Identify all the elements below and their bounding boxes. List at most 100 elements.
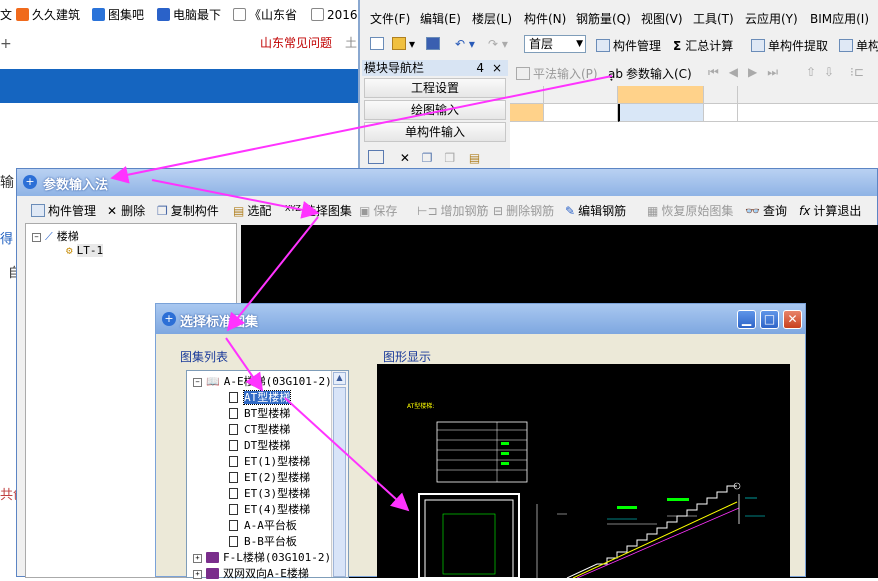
query-button[interactable]: 👓 查询 — [745, 202, 787, 219]
open-folder-icon[interactable]: ▾ — [392, 37, 415, 51]
list-item[interactable]: CT型楼梯 — [229, 421, 290, 437]
menu-rebar[interactable]: 钢筋量(Q) — [576, 10, 631, 27]
plus-icon: + — [0, 36, 12, 52]
list-item[interactable]: DT型楼梯 — [229, 437, 290, 453]
edit-rebar-button[interactable]: ✎ 编辑钢筋 — [565, 202, 626, 219]
paste-icon[interactable]: ❐ — [444, 151, 455, 165]
single-extract-button[interactable]: 单构件提取 — [751, 37, 828, 54]
close-button[interactable]: ✕ — [783, 310, 802, 329]
single-component-button[interactable]: 单构 — [839, 37, 878, 54]
bookmark-item[interactable]: 《山东省 — [233, 6, 297, 23]
delete-icon: ✕ — [107, 204, 118, 218]
expand-icon[interactable]: + — [193, 554, 202, 563]
list-item[interactable]: BT型楼梯 — [229, 405, 290, 421]
expand-icon[interactable]: + — [193, 570, 202, 579]
record-nav-icons[interactable]: ⏮◀▶⏭ — [708, 65, 788, 80]
jiujiu-icon — [16, 8, 29, 21]
flat-icon — [516, 67, 530, 80]
document-icon — [229, 408, 238, 419]
page-link-extra[interactable]: 土 — [345, 34, 357, 51]
copy-icon[interactable]: ❐ — [422, 151, 433, 165]
tree-root[interactable]: − ⟋ 楼梯 — [32, 228, 79, 244]
bookmark-item[interactable]: 久久建筑 — [16, 6, 80, 23]
page-header: + 山东常见问题 土 — [0, 28, 360, 68]
menu-edit[interactable]: 编辑(E) — [420, 10, 461, 27]
menu-view[interactable]: 视图(V) — [641, 10, 683, 27]
chevron-down-icon: ▼ — [576, 39, 583, 49]
dialog-title-bar[interactable]: + 选择标准图集 ▁ □ ✕ — [156, 304, 805, 334]
add-rebar-button[interactable]: ⊢⊐ 增加钢筋 — [417, 202, 489, 219]
more-icon[interactable]: ⁝⊏ — [850, 65, 864, 79]
nav-drawing-input[interactable]: 绘图输入 — [364, 100, 506, 120]
page-link[interactable]: 山东常见问题 — [260, 34, 332, 51]
list-item[interactable]: ET(2)型楼梯 — [229, 469, 310, 485]
list-item[interactable]: ET(1)型楼梯 — [229, 453, 310, 469]
menu-component[interactable]: 构件(N) — [524, 10, 566, 27]
param-input-button[interactable]: a͎b 参数输入(C) — [608, 65, 692, 82]
page-nav-bar — [0, 69, 360, 103]
component-mgmt-button[interactable]: 构件管理 — [31, 202, 96, 219]
minimize-button[interactable]: ▁ — [737, 310, 756, 329]
stair-drawing: AT型楼梯: — [407, 402, 765, 578]
nav-title: 模块导航栏 4 × — [362, 60, 508, 76]
tree-root[interactable]: − 📖 A-E楼梯(03G101-2) — [193, 373, 332, 389]
select-atlas-button[interactable]: XYZ 选择图集 — [285, 202, 352, 219]
tree-node[interactable]: + 双网双向A-E楼梯 — [193, 565, 309, 581]
bookmark-item[interactable]: 图集吧 — [92, 6, 144, 23]
param-title-bar[interactable]: + 参数输入法 — [17, 169, 877, 196]
document-icon — [229, 472, 238, 483]
restore-icon: ▦ — [647, 204, 659, 218]
stair-icon: ⟋ — [45, 230, 53, 243]
restore-atlas-button[interactable]: ▦ 恢复原始图集 — [647, 202, 733, 219]
tree-node[interactable]: + F-L楼梯(03G101-2) — [193, 549, 331, 565]
bookmark-item[interactable]: 电脑最下 — [157, 6, 221, 23]
undo-icon[interactable]: ↶ ▾ — [455, 37, 475, 51]
list-icon[interactable] — [368, 150, 384, 164]
select-match-button[interactable]: ▤ 选配 — [233, 202, 271, 219]
collapse-icon[interactable]: − — [32, 233, 41, 242]
pin-icon[interactable]: 4 — [476, 60, 484, 76]
delete-rebar-button[interactable]: ⊟ 删除钢筋 — [493, 202, 554, 219]
menu-floor[interactable]: 楼层(L) — [472, 10, 512, 27]
atlas-tree[interactable]: − 📖 A-E楼梯(03G101-2) AT型楼梯 BT型楼梯 CT型楼梯 DT型楼… — [186, 370, 349, 581]
collapse-icon[interactable]: − — [193, 378, 202, 387]
nav-project-settings[interactable]: 工程设置 — [364, 78, 506, 98]
extract-icon — [751, 39, 765, 52]
clipboard-icon[interactable]: ▤ — [469, 151, 480, 165]
delete-icon[interactable]: ✕ — [400, 151, 410, 165]
redo-icon[interactable]: ↷ ▾ — [488, 37, 508, 51]
calc-exit-button[interactable]: fx 计算退出 — [799, 202, 861, 219]
copy-component-button[interactable]: ❐ 复制构件 — [157, 202, 219, 219]
sum-calc-button[interactable]: Σ 汇总计算 — [673, 37, 733, 54]
scroll-up-icon[interactable]: ▲ — [333, 372, 346, 385]
scroll-thumb[interactable] — [333, 387, 346, 577]
maximize-button[interactable]: □ — [760, 310, 779, 329]
save-button[interactable]: ▣ 保存 — [359, 202, 397, 219]
tree-child[interactable]: ⚙ LT-1 — [66, 244, 104, 257]
bookmark-item[interactable]: 文 — [0, 6, 12, 23]
menu-cloud[interactable]: 云应用(Y) — [745, 10, 798, 27]
nav-single-input[interactable]: 单构件输入 — [364, 122, 506, 142]
sigma-icon: Σ — [673, 39, 682, 53]
menu-file[interactable]: 文件(F) — [370, 10, 410, 27]
clipboard-icon: ▤ — [233, 204, 245, 218]
flat-input-button[interactable]: 平法输入(P) — [516, 65, 598, 82]
vertical-scrollbar[interactable]: ▲ — [331, 371, 348, 577]
menu-tools[interactable]: 工具(T) — [693, 10, 734, 27]
component-mgmt-button[interactable]: 构件管理 — [596, 37, 661, 54]
move-icons[interactable]: ⇧⇩ — [806, 65, 842, 79]
menu-bim[interactable]: BIM应用(I) — [810, 10, 869, 27]
floor-select[interactable]: 首层 ▼ — [524, 35, 586, 53]
list-item[interactable]: A-A平台板 — [229, 517, 297, 533]
list-item[interactable]: AT型楼梯 — [229, 389, 292, 405]
data-grid[interactable] — [510, 86, 878, 170]
list-item[interactable]: B-B平台板 — [229, 533, 297, 549]
tujiba-icon — [92, 8, 105, 21]
save-icon[interactable] — [426, 37, 443, 51]
delete-button[interactable]: ✕ 删除 — [107, 202, 145, 219]
close-icon[interactable]: × — [492, 60, 502, 76]
list-item[interactable]: ET(3)型楼梯 — [229, 485, 310, 501]
list-item[interactable]: ET(4)型楼梯 — [229, 501, 310, 517]
module-nav-panel: 模块导航栏 4 × 工程设置 绘图输入 单构件输入 ✕ ❐ ❐ ▤ — [362, 60, 508, 170]
new-file-icon[interactable] — [370, 37, 387, 51]
